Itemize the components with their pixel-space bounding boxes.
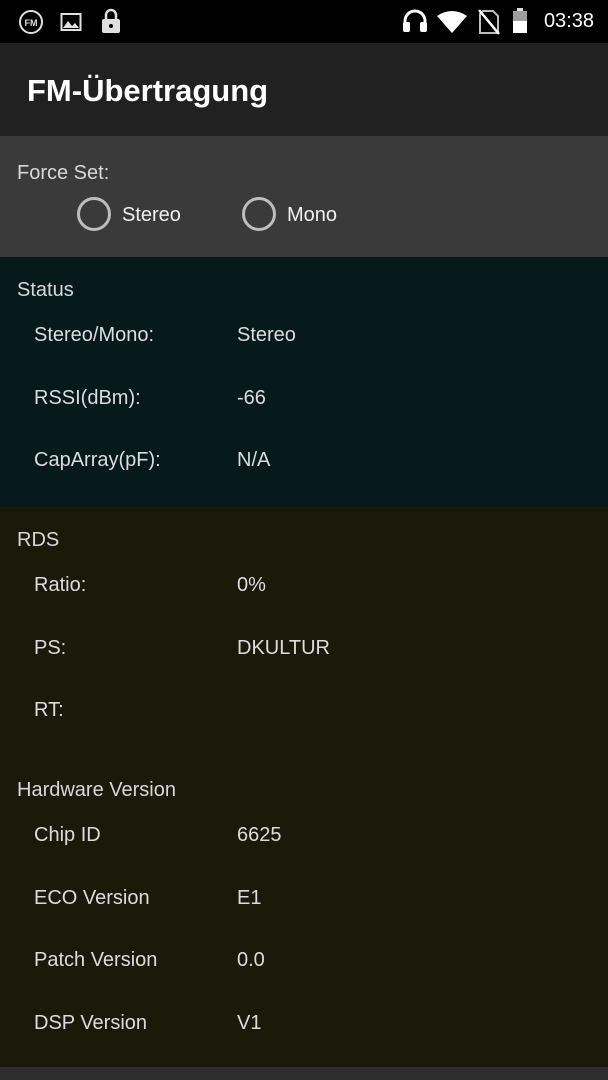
ps-key: PS:	[34, 637, 67, 659]
dsp-version-key: DSP Version	[34, 1012, 148, 1034]
fm-radio-icon: FM	[18, 9, 44, 40]
battery-icon	[512, 8, 528, 39]
app-bar: FM-Übertragung	[0, 43, 608, 136]
ratio-key: Ratio:	[34, 574, 87, 596]
chip-id-key: Chip ID	[34, 824, 101, 846]
stereo-mono-key: Stereo/Mono:	[34, 324, 155, 346]
stereo-radio-button[interactable]	[77, 197, 111, 231]
status-bar: FM 03:38	[0, 0, 608, 43]
ps-value: DKULTUR	[237, 637, 330, 659]
rssi-key: RSSI(dBm):	[34, 387, 141, 409]
eco-version-key: ECO Version	[34, 887, 150, 909]
status-section: Status Stereo/Mono: Stereo RSSI(dBm): -6…	[0, 257, 608, 507]
status-title: Status	[17, 279, 74, 301]
no-sim-icon	[478, 9, 500, 40]
rt-key: RT:	[34, 699, 64, 721]
clock: 03:38	[543, 10, 594, 32]
image-icon	[60, 11, 82, 38]
dsp-version-value: V1	[237, 1012, 262, 1034]
force-set-section: Force Set: Stereo Mono	[0, 136, 608, 257]
mono-radio-label[interactable]: Mono	[287, 204, 337, 227]
wifi-icon	[436, 10, 468, 39]
stereo-radio-label[interactable]: Stereo	[122, 204, 181, 227]
chip-id-value: 6625	[237, 824, 282, 846]
caparray-value: N/A	[237, 449, 271, 471]
hardware-version-title: Hardware Version	[17, 779, 176, 801]
lock-icon	[100, 8, 122, 39]
caparray-key: CapArray(pF):	[34, 449, 161, 471]
rds-title: RDS	[17, 529, 60, 551]
rds-section: RDS Ratio: 0% PS: DKULTUR RT: Hardware V…	[0, 507, 608, 1067]
headset-icon	[400, 7, 430, 40]
force-set-label: Force Set:	[17, 162, 110, 184]
fm-badge-text: FM	[25, 18, 38, 28]
patch-version-value: 0.0	[237, 949, 265, 971]
bottom-divider	[0, 1067, 608, 1080]
eco-version-value: E1	[237, 887, 262, 909]
ratio-value: 0%	[237, 574, 266, 596]
mono-radio-button[interactable]	[242, 197, 276, 231]
patch-version-key: Patch Version	[34, 949, 158, 971]
rssi-value: -66	[237, 387, 266, 409]
stereo-mono-value: Stereo	[237, 324, 296, 346]
page-title: FM-Übertragung	[27, 73, 269, 108]
